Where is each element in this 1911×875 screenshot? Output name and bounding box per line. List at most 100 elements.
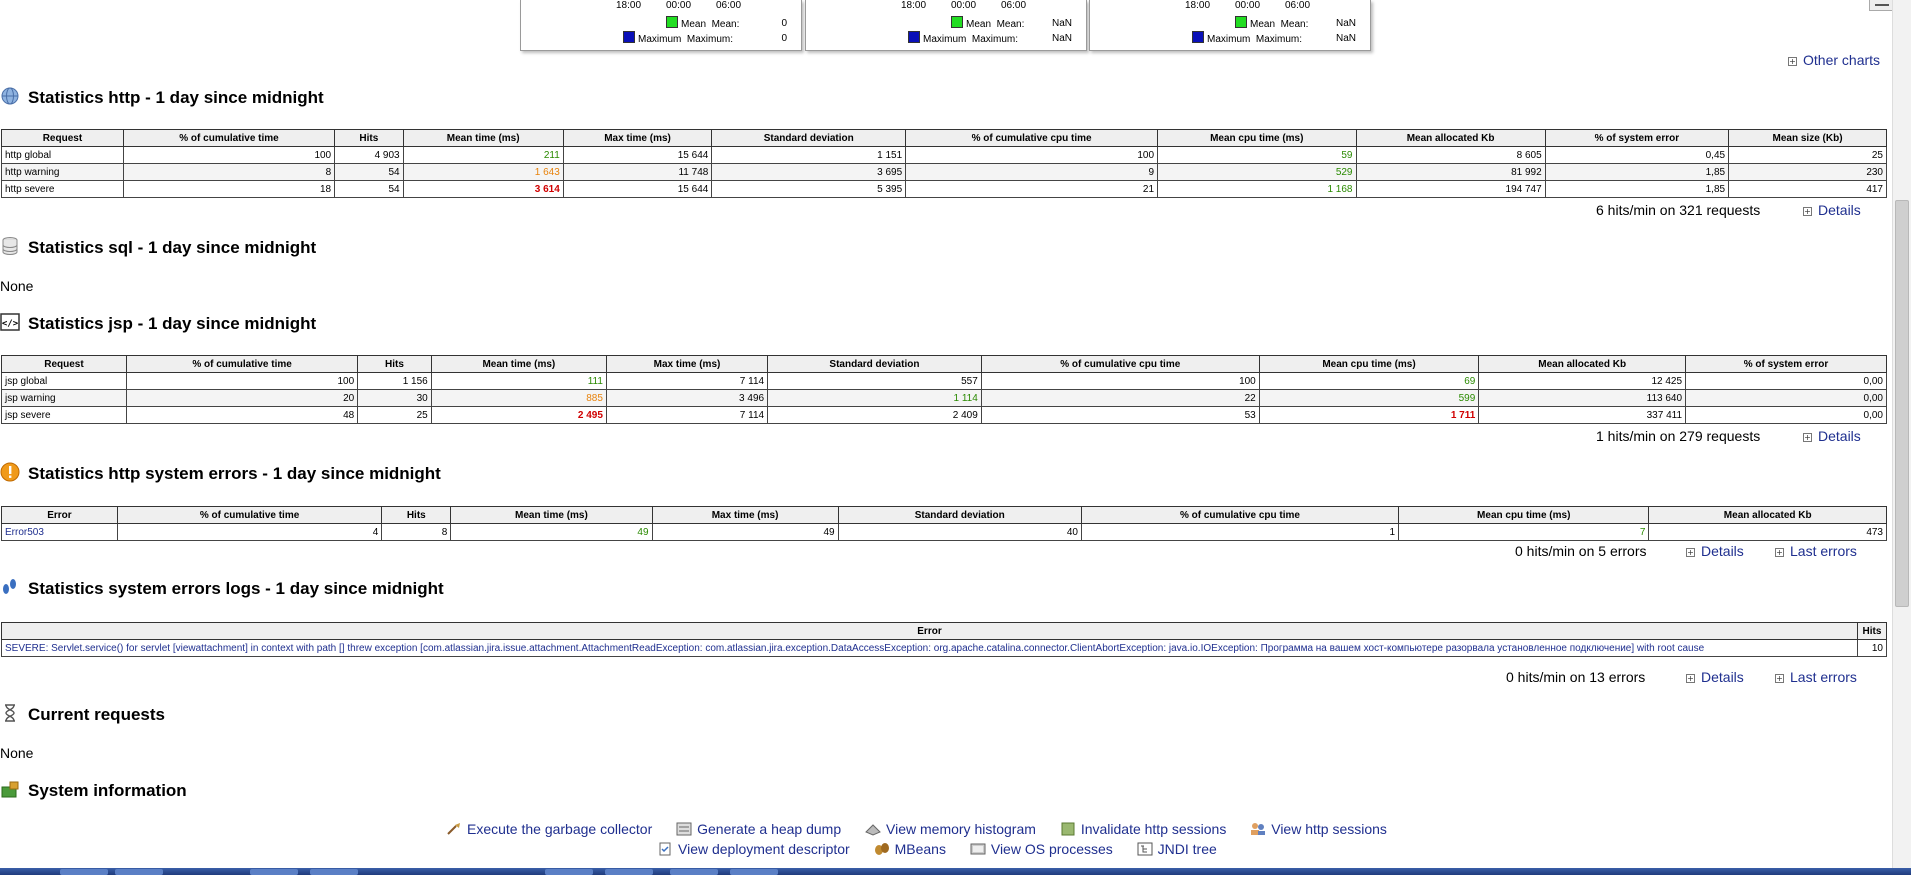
taskbar-button[interactable] [545, 869, 593, 875]
taskbar-button[interactable] [605, 869, 653, 875]
action-label[interactable]: Generate a heap dump [697, 821, 841, 837]
details-label[interactable]: Details [1701, 669, 1744, 685]
row-label[interactable]: jsp warning [1, 389, 127, 407]
other-charts-label[interactable]: Other charts [1803, 52, 1880, 68]
table-cell: 1 156 [357, 372, 432, 390]
table-row: http global 100 4 903 211 15 644 1 151 100 59 8 … [1, 146, 1887, 164]
invalidate-sessions-action[interactable]: Invalidate http sessions [1060, 821, 1227, 837]
action-label[interactable]: View OS processes [991, 841, 1113, 857]
scrollbar-thumb[interactable] [1895, 200, 1909, 607]
action-label[interactable]: View http sessions [1271, 821, 1387, 837]
details-label[interactable]: Details [1818, 428, 1861, 444]
details-label[interactable]: Details [1701, 543, 1744, 559]
expand-plus-icon: + [1775, 674, 1784, 683]
error-logs-details-link[interactable]: + Details [1686, 669, 1744, 685]
column-header: Standard deviation [711, 129, 907, 147]
max-swatch-icon [623, 31, 635, 43]
taskbar-button[interactable] [730, 869, 778, 875]
taskbar-button[interactable] [670, 869, 718, 875]
table-cell: 0,00 [1685, 372, 1887, 390]
column-header: Hits [334, 129, 404, 147]
table-cell: 4 903 [334, 146, 404, 164]
table-row: Error503 4 8 49 49 40 1 7 473 [1, 523, 1887, 541]
action-label[interactable]: View memory histogram [886, 821, 1036, 837]
row-label[interactable]: jsp severe [1, 406, 127, 424]
garbage-collector-action[interactable]: Execute the garbage collector [446, 821, 652, 837]
table-header-row: Error Hits [1, 622, 1887, 640]
table-cell: 25 [357, 406, 432, 424]
heap-dump-action[interactable]: Generate a heap dump [676, 821, 841, 837]
jsp-details-link[interactable]: + Details [1803, 428, 1861, 444]
legend-mean: Mean Mean: [951, 16, 1024, 30]
action-label[interactable]: Invalidate http sessions [1081, 821, 1227, 837]
mbeans-action[interactable]: MBeans [874, 841, 946, 857]
row-label[interactable]: Error503 [1, 523, 118, 541]
table-cell: 1 114 [767, 389, 982, 407]
jsp-summary: 1 hits/min on 279 requests [1596, 428, 1761, 444]
column-header: % of system error [1685, 355, 1887, 373]
taskbar-button[interactable] [60, 869, 108, 875]
expand-plus-icon: + [1686, 548, 1695, 557]
error-logs-last-errors-link[interactable]: + Last errors [1775, 669, 1857, 685]
expand-plus-icon: + [1803, 207, 1812, 216]
details-label[interactable]: Details [1818, 202, 1861, 218]
system-actions-row-1: Execute the garbage collector Generate a… [446, 821, 1407, 837]
table-row: http warning 8 54 1 643 11 748 3 695 9 529 81 99… [1, 163, 1887, 181]
row-label[interactable]: jsp global [1, 372, 127, 390]
table-cell: 8 [122, 163, 336, 181]
column-header: Mean cpu time (ms) [1157, 129, 1357, 147]
legend-maximum: Maximum Maximum: [908, 31, 1018, 45]
table-cell: 3 695 [711, 163, 907, 181]
http-details-link[interactable]: + Details [1803, 202, 1861, 218]
row-label[interactable]: http warning [1, 163, 124, 181]
row-label[interactable]: http severe [1, 180, 124, 198]
expand-plus-icon: + [1775, 548, 1784, 557]
last-errors-label[interactable]: Last errors [1790, 669, 1857, 685]
column-header: Mean cpu time (ms) [1398, 506, 1650, 524]
http-errors-details-link[interactable]: + Details [1686, 543, 1744, 559]
chart-card-2[interactable]: 18:00 00:00 06:00 Mean Mean: NaN Maximum M… [805, 0, 1087, 51]
column-header: Max time (ms) [562, 129, 713, 147]
taskbar-button[interactable] [310, 869, 358, 875]
memory-histogram-action[interactable]: View memory histogram [865, 821, 1036, 837]
table-cell: 20 [125, 389, 359, 407]
http-errors-last-errors-link[interactable]: + Last errors [1775, 543, 1857, 559]
column-header: Request [1, 129, 124, 147]
table-cell: 3 496 [605, 389, 769, 407]
column-header: Hits [381, 506, 452, 524]
table-header-row: Request% of cumulative time Hits Mean time… [1, 355, 1887, 373]
deployment-descriptor-action[interactable]: View deployment descriptor [657, 841, 850, 857]
chart-card-3[interactable]: 18:00 00:00 06:00 Mean Mean: NaN Maximum M… [1089, 0, 1371, 51]
other-charts-link[interactable]: + Other charts [1788, 52, 1880, 68]
table-cell: 337 411 [1478, 406, 1687, 424]
chart-card-1[interactable]: 18:00 00:00 06:00 Mean Mean: 0 Maximum Max… [520, 0, 802, 51]
table-cell: 18 [122, 180, 336, 198]
table-cell: 0,00 [1685, 389, 1887, 407]
action-label[interactable]: MBeans [895, 841, 946, 857]
os-processes-action[interactable]: View OS processes [970, 841, 1113, 857]
column-header: Max time (ms) [651, 506, 839, 524]
table-cell: 100 [905, 146, 1159, 164]
taskbar-button[interactable] [250, 869, 298, 875]
taskbar-button[interactable] [115, 869, 163, 875]
jndi-tree-action[interactable]: JNDI tree [1137, 841, 1217, 857]
column-header: % of cumulative time [122, 129, 336, 147]
action-label[interactable]: Execute the garbage collector [467, 821, 652, 837]
column-header: % of cumulative time [116, 506, 383, 524]
column-header: Max time (ms) [605, 355, 769, 373]
last-errors-label[interactable]: Last errors [1790, 543, 1857, 559]
vertical-scrollbar[interactable] [1892, 0, 1911, 868]
table-cell: 49 [450, 523, 653, 541]
beans-icon [874, 842, 890, 856]
action-label[interactable]: View deployment descriptor [678, 841, 850, 857]
http-errors-section-title: Statistics http system errors - 1 day si… [0, 462, 441, 484]
row-label[interactable]: http global [1, 146, 124, 164]
legend-mean: Mean Mean: [1235, 16, 1308, 30]
action-label[interactable]: JNDI tree [1158, 841, 1217, 857]
time-tick: 00:00 [1235, 0, 1261, 11]
column-header: Standard deviation [837, 506, 1082, 524]
expand-plus-icon: + [1686, 674, 1695, 683]
view-sessions-action[interactable]: View http sessions [1250, 821, 1387, 837]
os-taskbar [0, 868, 1911, 875]
error-log-message[interactable]: SEVERE: Servlet.service() for servlet [v… [1, 639, 1858, 657]
